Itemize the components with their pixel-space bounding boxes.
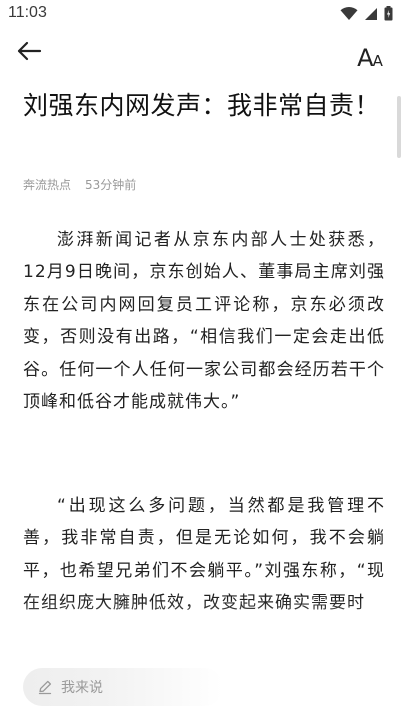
article-meta: 奔流热点 53分钟前 <box>23 176 136 193</box>
font-size-small-glyph: A <box>372 52 383 70</box>
comment-input[interactable]: 我来说 <box>23 668 223 706</box>
status-time: 11:03 <box>8 4 47 21</box>
article-screen: 11:03 AA 刘强东内网发声：我非常自责！ 奔流热点 53分钟前 澎湃新闻记… <box>0 0 403 716</box>
pencil-icon <box>37 679 53 695</box>
article-source[interactable]: 奔流热点 <box>23 176 71 193</box>
battery-icon <box>384 6 393 25</box>
status-bar: 11:03 <box>0 0 403 28</box>
wifi-icon <box>340 6 358 25</box>
font-size-icon: AA <box>357 46 383 70</box>
font-size-button[interactable]: AA <box>353 36 387 70</box>
font-size-big-glyph: A <box>357 44 374 72</box>
scrollbar[interactable] <box>397 96 401 158</box>
arrow-left-icon <box>16 41 42 65</box>
article-paragraph: 澎湃新闻记者从京东内部人士处获悉，12月9日晚间，京东创始人、董事局主席刘强东在… <box>23 230 385 413</box>
status-icons <box>340 6 393 25</box>
article-title: 刘强东内网发声：我非常自责！ <box>23 91 381 120</box>
signal-icon <box>364 6 378 25</box>
app-bar: AA <box>0 30 403 76</box>
article-time: 53分钟前 <box>85 178 137 192</box>
comment-placeholder: 我来说 <box>61 680 103 696</box>
back-button[interactable] <box>12 38 46 68</box>
